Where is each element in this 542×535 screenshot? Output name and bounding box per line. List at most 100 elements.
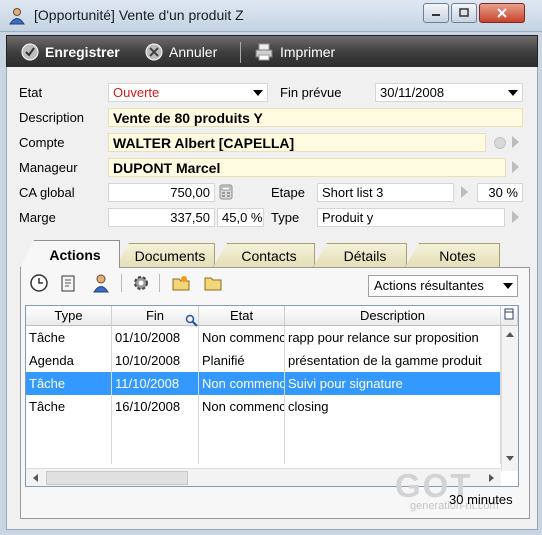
type-goto-arrow-icon[interactable] bbox=[512, 211, 519, 223]
date-dropdown-icon[interactable] bbox=[508, 90, 518, 96]
folder-open-button[interactable] bbox=[170, 272, 192, 294]
fin-prevue-label: Fin prévue bbox=[280, 85, 342, 100]
save-label: Enregistrer bbox=[45, 44, 120, 60]
etape-label: Etape bbox=[271, 185, 305, 200]
table-row[interactable]: Tâche 16/10/2008 Non commencé closing bbox=[26, 395, 501, 418]
filter-dropdown-icon[interactable] bbox=[503, 283, 513, 289]
minimize-icon bbox=[432, 14, 440, 16]
tab-notes-label: Notes bbox=[439, 247, 476, 264]
etape-percent-value: 30 % bbox=[488, 185, 518, 200]
icon-separator bbox=[121, 274, 122, 292]
manageur-label: Manageur bbox=[19, 160, 78, 175]
printer-icon bbox=[255, 43, 273, 61]
cell-type: Tâche bbox=[26, 395, 112, 418]
cell-desc: closing bbox=[285, 395, 501, 418]
refresh-button[interactable] bbox=[130, 272, 152, 294]
empty-row bbox=[26, 418, 501, 441]
vertical-scrollbar[interactable] bbox=[501, 326, 518, 471]
clock-add-icon bbox=[30, 274, 48, 292]
type-field[interactable]: Produit y bbox=[317, 208, 505, 227]
close-button[interactable] bbox=[479, 3, 525, 23]
compte-status-dot-icon bbox=[494, 137, 506, 149]
scroll-down-icon[interactable] bbox=[505, 455, 515, 463]
fin-prevue-value: 30/11/2008 bbox=[380, 85, 445, 100]
cell-fin: 01/10/2008 bbox=[112, 326, 199, 349]
tab-actions[interactable]: Actions bbox=[20, 240, 120, 268]
tab-contacts-label: Contacts bbox=[241, 247, 297, 264]
calculator-icon[interactable] bbox=[219, 184, 233, 200]
column-picker-icon bbox=[504, 308, 514, 320]
horizontal-scroll-thumb[interactable] bbox=[46, 471, 188, 485]
etat-dropdown-icon[interactable] bbox=[253, 90, 263, 96]
print-label: Imprimer bbox=[280, 44, 336, 60]
manageur-value: DUPONT Marcel bbox=[113, 160, 221, 176]
cell-fin: 16/10/2008 bbox=[112, 395, 199, 418]
tab-contacts[interactable]: Contacts bbox=[213, 243, 315, 267]
compte-field[interactable]: WALTER Albert [CAPELLA] bbox=[108, 133, 486, 152]
etat-select[interactable]: Ouverte bbox=[108, 83, 268, 102]
marge-value: 337,50 bbox=[170, 210, 210, 225]
compte-goto-arrow-icon[interactable] bbox=[512, 136, 519, 148]
empty-row bbox=[26, 441, 501, 464]
actions-grid: Type Fin Etat Description Tâche 01/10/200… bbox=[25, 305, 519, 487]
assign-contact-button[interactable] bbox=[90, 272, 112, 294]
fin-prevue-date[interactable]: 30/11/2008 bbox=[375, 83, 523, 102]
print-button[interactable]: Imprimer bbox=[254, 36, 335, 68]
gear-icon bbox=[134, 276, 148, 290]
ca-global-field[interactable]: 750,00 bbox=[108, 183, 215, 202]
manageur-field[interactable]: DUPONT Marcel bbox=[108, 158, 506, 177]
manageur-goto-arrow-icon[interactable] bbox=[512, 161, 519, 173]
cell-desc: rapp pour relance sur proposition bbox=[285, 326, 501, 349]
cell-type: Tâche bbox=[26, 372, 112, 395]
tab-details[interactable]: Détails bbox=[313, 243, 407, 267]
description-value: Vente de 80 produits Y bbox=[113, 110, 263, 126]
cell-etat: Non commencé bbox=[199, 326, 285, 349]
tab-actions-label: Actions bbox=[49, 246, 101, 263]
description-field[interactable]: Vente de 80 produits Y bbox=[108, 108, 523, 127]
table-row[interactable]: Agenda 10/10/2008 Planifié présentation de … bbox=[26, 349, 501, 372]
table-row[interactable]: Tâche 01/10/2008 Non commencé rapp pour rel… bbox=[26, 326, 501, 349]
compte-label: Compte bbox=[19, 135, 65, 150]
column-picker-button[interactable] bbox=[501, 306, 518, 326]
person-icon bbox=[93, 274, 109, 293]
title-bar: [Opportunité] Vente d'un produit Z bbox=[0, 0, 542, 32]
marge-field[interactable]: 337,50 bbox=[108, 208, 215, 227]
document-edit-icon bbox=[61, 275, 75, 292]
table-row[interactable]: Tâche 11/10/2008 Non commencé Suivi pour si… bbox=[26, 372, 501, 395]
actions-filter-select[interactable]: Actions résultantes bbox=[368, 275, 518, 297]
save-button[interactable]: Enregistrer bbox=[21, 36, 120, 68]
scroll-up-icon[interactable] bbox=[505, 330, 515, 338]
type-value: Produit y bbox=[322, 210, 374, 225]
etat-label: Etat bbox=[19, 85, 43, 100]
cell-fin: 11/10/2008 bbox=[112, 372, 199, 395]
cancel-label: Annuler bbox=[169, 44, 218, 60]
compte-value: WALTER Albert [CAPELLA] bbox=[113, 135, 295, 151]
maximize-icon bbox=[459, 8, 469, 17]
cancel-button[interactable]: Annuler bbox=[145, 36, 217, 68]
empty-cell bbox=[199, 441, 285, 464]
edit-action-button[interactable] bbox=[57, 272, 79, 294]
minimize-button[interactable] bbox=[423, 3, 449, 23]
folder-icon bbox=[204, 277, 222, 291]
maximize-button[interactable] bbox=[451, 3, 477, 23]
empty-cell bbox=[112, 418, 199, 441]
scroll-right-icon[interactable] bbox=[488, 473, 496, 483]
tab-documents[interactable]: Documents bbox=[115, 243, 215, 267]
tab-documents-label: Documents bbox=[134, 247, 206, 264]
tab-notes[interactable]: Notes bbox=[405, 243, 500, 267]
etape-percent-field[interactable]: 30 % bbox=[477, 183, 523, 202]
type-label: Type bbox=[271, 210, 300, 225]
cell-etat: Non commencé bbox=[199, 395, 285, 418]
column-header-type[interactable]: Type bbox=[26, 306, 112, 326]
folder-button[interactable] bbox=[202, 272, 224, 294]
marge-percent-field[interactable]: 45,0 % bbox=[217, 208, 264, 227]
cell-fin: 10/10/2008 bbox=[112, 349, 199, 372]
icon-separator bbox=[159, 274, 160, 292]
etape-goto-arrow-icon[interactable] bbox=[461, 186, 468, 198]
column-header-description[interactable]: Description bbox=[285, 306, 501, 326]
column-header-etat[interactable]: Etat bbox=[199, 306, 285, 326]
new-action-button[interactable] bbox=[28, 272, 50, 294]
etape-field[interactable]: Short list 3 bbox=[317, 183, 454, 202]
etat-value: Ouverte bbox=[113, 85, 160, 100]
scroll-left-icon[interactable] bbox=[31, 473, 39, 483]
